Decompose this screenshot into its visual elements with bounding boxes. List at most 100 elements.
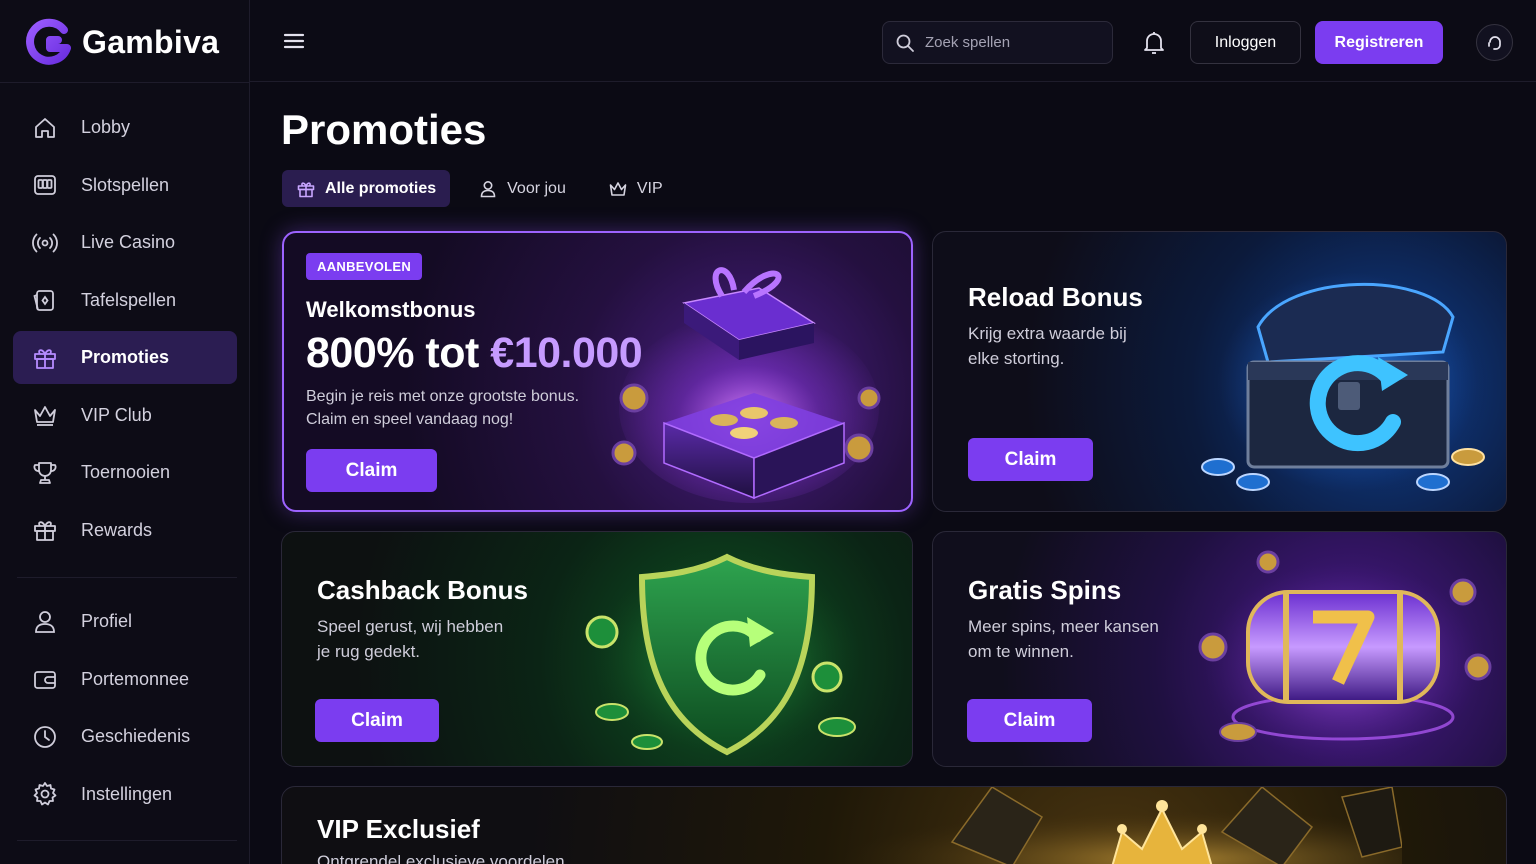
sidebar-item-label: Toernooien bbox=[81, 462, 171, 482]
sidebar-item-toernooien[interactable]: Toernooien bbox=[13, 446, 237, 499]
sidebar-item-label: Geschiedenis bbox=[81, 726, 191, 746]
search-input[interactable] bbox=[925, 34, 1095, 51]
promo-description: Ontgrendel exclusieve voordelen bbox=[317, 849, 565, 864]
headset-icon bbox=[1487, 35, 1501, 50]
promo-description: Speel gerust, wij hebben je rug gedekt. bbox=[317, 614, 503, 664]
promo-title: Gratis Spins bbox=[968, 575, 1122, 605]
login-button[interactable]: Inloggen bbox=[1190, 21, 1301, 64]
top-bar: Inloggen Registreren bbox=[250, 0, 1536, 82]
amount-prefix: 800% tot bbox=[306, 329, 491, 377]
desc-line: Ontgrendel exclusieve voordelen bbox=[317, 852, 565, 864]
desc-line: Meer spins, meer kansen bbox=[968, 617, 1159, 636]
gift-icon bbox=[34, 521, 56, 541]
divider bbox=[17, 577, 237, 578]
promo-description: Krijg extra waarde bij elke storting. bbox=[968, 321, 1127, 371]
promo-card-reload-bonus: Reload Bonus Krijg extra waarde bij elke… bbox=[932, 231, 1507, 512]
main-nav: Lobby Slotspellen Live Casino Tafelspell… bbox=[13, 101, 237, 561]
promo-card-welkomstbonus: AANBEVOLEN Welkomstbonus 800% tot €10.00… bbox=[282, 231, 913, 512]
home-icon bbox=[35, 117, 55, 138]
tab-label: Alle promoties bbox=[325, 179, 437, 197]
clock-icon bbox=[34, 725, 56, 748]
promo-card-vip-exclusief: VIP Exclusief Ontgrendel exclusieve voor… bbox=[281, 786, 1507, 864]
promo-description: Meer spins, meer kansen om te winnen. bbox=[968, 614, 1159, 664]
trophy-icon bbox=[33, 461, 57, 484]
promo-card-gratis-spins: Gratis Spins Meer spins, meer kansen om … bbox=[932, 531, 1507, 767]
sidebar-item-label: Instellingen bbox=[81, 783, 173, 804]
sidebar-item-lobby[interactable]: Lobby bbox=[13, 101, 237, 154]
sidebar-item-slotspellen[interactable]: Slotspellen bbox=[13, 159, 237, 212]
logo-mark-icon bbox=[26, 18, 71, 65]
promo-description: Begin je reis met onze grootste bonus. C… bbox=[306, 385, 579, 431]
slot-machine-icon bbox=[34, 175, 56, 195]
user-icon bbox=[35, 610, 55, 633]
sidebar-item-label: Profiel bbox=[81, 611, 133, 631]
promo-tabs: Alle promoties Voor jou VIP bbox=[282, 170, 677, 207]
gift-box-illustration bbox=[611, 267, 881, 503]
page-title: Promoties bbox=[281, 106, 487, 153]
sidebar-item-label: VIP Club bbox=[81, 404, 152, 425]
promo-amount: 800% tot €10.000 bbox=[306, 329, 643, 378]
wallet-icon bbox=[34, 671, 56, 689]
sidebar-item-label: Promoties bbox=[81, 347, 170, 367]
claim-button[interactable]: Claim bbox=[968, 438, 1093, 481]
sidebar-item-label: Portemonnee bbox=[81, 668, 190, 689]
crown-icon bbox=[34, 406, 56, 426]
hamburger-menu-icon[interactable] bbox=[280, 28, 308, 54]
desc-line: Claim en speel vandaag nog! bbox=[306, 411, 514, 428]
sidebar-item-vip-club[interactable]: VIP Club bbox=[13, 389, 237, 442]
desc-line: Begin je reis met onze grootste bonus. bbox=[306, 388, 580, 405]
tab-vip[interactable]: VIP bbox=[594, 170, 677, 207]
gear-icon bbox=[33, 782, 57, 806]
desc-line: om te winnen. bbox=[968, 642, 1074, 661]
gift-icon bbox=[297, 181, 315, 197]
promo-title: Cashback Bonus bbox=[317, 575, 528, 605]
sidebar-item-profiel[interactable]: Profiel bbox=[13, 595, 237, 648]
search-icon bbox=[896, 34, 914, 52]
account-nav: Profiel Portemonnee Geschiedenis Instell… bbox=[13, 595, 237, 825]
broadcast-icon bbox=[32, 233, 58, 252]
brand-logo[interactable]: Gambiva bbox=[24, 18, 219, 66]
desc-line: Speel gerust, wij hebben bbox=[317, 617, 504, 636]
claim-button[interactable]: Claim bbox=[967, 699, 1092, 742]
sidebar-item-label: Rewards bbox=[81, 519, 153, 540]
gift-icon bbox=[34, 348, 56, 369]
promo-title: VIP Exclusief bbox=[317, 814, 480, 844]
sidebar-item-geschiedenis[interactable]: Geschiedenis bbox=[13, 710, 237, 763]
sidebar-item-portemonnee[interactable]: Portemonnee bbox=[13, 653, 237, 706]
cards-icon bbox=[33, 290, 54, 311]
promo-card-cashback-bonus: Cashback Bonus Speel gerust, wij hebben … bbox=[281, 531, 913, 767]
user-icon bbox=[480, 180, 496, 197]
treasure-chest-illustration bbox=[1201, 272, 1485, 492]
sidebar-item-tafelspellen[interactable]: Tafelspellen bbox=[13, 274, 237, 327]
sidebar-item-live-casino[interactable]: Live Casino bbox=[13, 216, 237, 269]
desc-line: je rug gedekt. bbox=[317, 642, 421, 661]
sidebar-item-label: Lobby bbox=[81, 117, 131, 137]
support-button[interactable] bbox=[1476, 24, 1513, 61]
tab-voor-jou[interactable]: Voor jou bbox=[464, 170, 580, 207]
promo-title: Welkomstbonus bbox=[306, 297, 476, 322]
claim-button[interactable]: Claim bbox=[306, 449, 437, 492]
search-box bbox=[882, 21, 1113, 64]
crown-icon bbox=[609, 181, 627, 196]
desc-line: elke storting. bbox=[968, 349, 1065, 368]
crown-illustration bbox=[842, 787, 1402, 864]
notification-bell-icon[interactable] bbox=[1142, 30, 1166, 56]
slot-reel-illustration bbox=[1198, 550, 1492, 762]
sidebar-item-promoties[interactable]: Promoties bbox=[13, 331, 237, 384]
sidebar-item-instellingen[interactable]: Instellingen bbox=[13, 768, 237, 821]
desc-line: Krijg extra waarde bij bbox=[968, 324, 1127, 343]
brand-name: Gambiva bbox=[82, 23, 220, 60]
sidebar-item-rewards[interactable]: Rewards bbox=[13, 504, 237, 557]
sidebar-item-label: Tafelspellen bbox=[81, 289, 177, 310]
promo-title: Reload Bonus bbox=[968, 282, 1143, 312]
tab-alle-promoties[interactable]: Alle promoties bbox=[282, 170, 451, 207]
sidebar: Gambiva Lobby Slotspellen Live Casino Ta… bbox=[0, 0, 250, 864]
divider bbox=[0, 82, 250, 83]
sidebar-item-label: Slotspellen bbox=[81, 174, 170, 195]
claim-button[interactable]: Claim bbox=[315, 699, 439, 742]
register-button[interactable]: Registreren bbox=[1315, 21, 1443, 64]
tab-label: Voor jou bbox=[507, 179, 566, 197]
tab-label: VIP bbox=[636, 179, 663, 197]
shield-illustration bbox=[585, 553, 862, 757]
divider bbox=[17, 840, 237, 841]
